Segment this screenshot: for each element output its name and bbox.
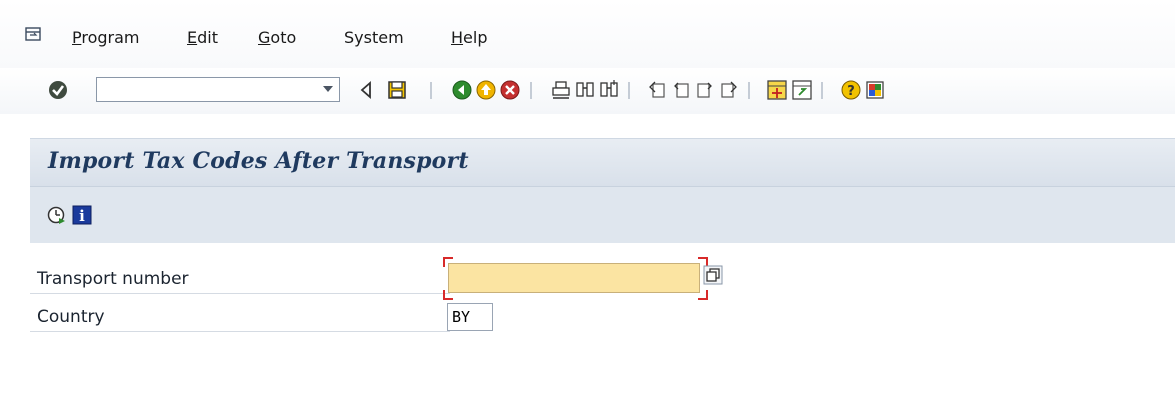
- required-marker-bottom-left: [443, 290, 453, 300]
- find-next-icon[interactable]: [598, 79, 620, 101]
- selection-screen: Transport number Country: [30, 243, 1175, 405]
- transport-number-input[interactable]: [448, 263, 700, 293]
- screen-title-bar: Import Tax Codes After Transport: [30, 138, 1175, 187]
- back-green-icon[interactable]: [451, 79, 473, 101]
- toolbar-separator: [821, 82, 823, 99]
- chevron-down-icon[interactable]: [323, 86, 333, 92]
- multiple-selection-icon[interactable]: [703, 265, 723, 285]
- menu-help[interactable]: Help: [451, 28, 487, 48]
- toolbar-separator: [430, 82, 432, 99]
- country-input[interactable]: [447, 303, 493, 331]
- country-row: Country: [30, 301, 450, 332]
- country-label: Country: [37, 307, 105, 327]
- execute-icon[interactable]: [46, 205, 66, 225]
- enter-icon[interactable]: [47, 79, 69, 101]
- shortcut-icon[interactable]: [791, 79, 813, 101]
- command-field[interactable]: [96, 77, 340, 102]
- previous-page-icon[interactable]: [670, 79, 692, 101]
- menu-edit[interactable]: Edit: [187, 28, 218, 48]
- back-icon[interactable]: [356, 79, 378, 101]
- find-icon[interactable]: [574, 79, 596, 101]
- svg-text:i: i: [79, 207, 85, 225]
- required-marker-bottom-right: [698, 290, 708, 300]
- page-title: Import Tax Codes After Transport: [48, 148, 469, 174]
- toolbar-separator: [748, 82, 750, 99]
- first-page-icon[interactable]: [646, 79, 668, 101]
- information-icon[interactable]: i: [72, 205, 92, 225]
- create-session-icon[interactable]: [766, 79, 788, 101]
- help-icon[interactable]: ?: [840, 79, 862, 101]
- toolbar-separator: [530, 82, 532, 99]
- toolbar-separator: [628, 82, 630, 99]
- menu-goto[interactable]: Goto: [258, 28, 296, 48]
- menu-bar: Program Edit Goto System Help: [0, 0, 1175, 68]
- application-toolbar: i: [30, 186, 1175, 244]
- transport-number-row: Transport number: [30, 263, 450, 294]
- required-marker-top-left: [443, 257, 453, 267]
- next-page-icon[interactable]: [694, 79, 716, 101]
- svg-text:?: ?: [847, 84, 855, 99]
- transport-number-label: Transport number: [37, 269, 189, 289]
- menu-program[interactable]: Program: [72, 28, 140, 48]
- command-input[interactable]: [99, 80, 309, 98]
- cancel-icon[interactable]: [499, 79, 521, 101]
- window-menu-icon[interactable]: [25, 27, 41, 41]
- last-page-icon[interactable]: [718, 79, 740, 101]
- customize-layout-icon[interactable]: [864, 79, 886, 101]
- exit-icon[interactable]: [475, 79, 497, 101]
- standard-toolbar: ?: [0, 68, 1175, 114]
- print-icon[interactable]: [550, 79, 572, 101]
- menu-system[interactable]: System: [344, 28, 404, 48]
- save-icon[interactable]: [386, 79, 408, 101]
